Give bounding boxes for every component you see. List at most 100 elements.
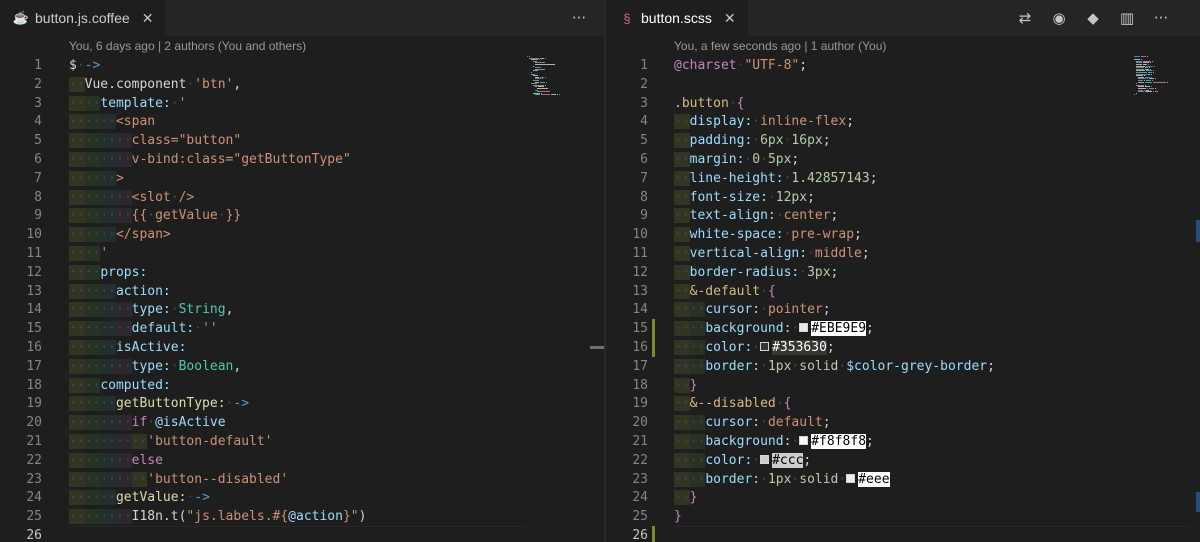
- code-line: ········else: [69, 451, 163, 470]
- code-line: ··text-align:·center;: [674, 206, 838, 225]
- scrollbar-highlight-marker: [1196, 492, 1200, 512]
- whitespace-dot: ·: [194, 321, 203, 337]
- code-token: $color-grey-border: [846, 358, 988, 374]
- code-line: ········type:·Boolean,: [69, 357, 241, 376]
- open-changes-icon[interactable]: ◉: [1042, 9, 1076, 27]
- blame-annotation[interactable]: You, a few seconds ago | 1 author (You): [674, 36, 886, 56]
- indent-guide: ··: [84, 302, 101, 318]
- code-token: inline-flex: [760, 114, 847, 130]
- color-swatch-icon[interactable]: [799, 323, 809, 333]
- line-number: 1: [640, 58, 648, 73]
- indent-guide: ··: [689, 415, 706, 431]
- git-modified-gutter-marker[interactable]: [652, 526, 655, 542]
- color-swatch-icon[interactable]: [760, 342, 770, 351]
- code-line: ······<span: [69, 112, 155, 131]
- code-token: class="button": [131, 133, 242, 149]
- more-actions-icon[interactable]: ···: [1144, 9, 1178, 27]
- blame-annotation[interactable]: You, 6 days ago | 2 authors (You and oth…: [69, 36, 306, 56]
- minimap-line: [1153, 91, 1154, 93]
- indent-guide: ··: [131, 434, 148, 449]
- code-token: background:·: [705, 321, 800, 337]
- indent-guide: ··: [100, 396, 116, 412]
- close-icon[interactable]: ✕: [142, 10, 154, 27]
- code-line: ····props:: [69, 263, 147, 282]
- code-line: ··&--disabled·{: [674, 394, 791, 413]
- code-token: default: [767, 415, 823, 431]
- code-token: }: [689, 490, 698, 506]
- vertical-scrollbar[interactable]: [590, 36, 604, 542]
- code-line: ······isActive:: [69, 338, 186, 357]
- minimap-line: [1136, 92, 1137, 94]
- code-line: ········I18n.t("js.labels.#{@action}"): [69, 507, 366, 526]
- code-token: {{·getValue·}}: [131, 208, 242, 224]
- minimap-line: [533, 65, 534, 67]
- color-swatch-icon[interactable]: [760, 454, 770, 464]
- code-token: }: [674, 509, 682, 525]
- code-line: }: [674, 507, 682, 526]
- code-token: ->: [84, 58, 101, 73]
- minimap[interactable]: [1134, 56, 1174, 96]
- line-number: 16: [632, 340, 648, 355]
- line-number: 14: [26, 302, 42, 318]
- color-swatch-icon[interactable]: [846, 473, 856, 483]
- code-token: ;: [866, 321, 874, 337]
- line-number: 13: [26, 283, 42, 299]
- indent-guide: ··: [115, 452, 132, 468]
- code-token: 'button-default': [147, 434, 273, 449]
- code-line: $·->: [69, 56, 100, 75]
- code-token: margin:·: [689, 152, 753, 167]
- color-value: #EBE9E9: [811, 321, 867, 337]
- code-editor[interactable]: 1 @charset·"UTF-8"; 2 3 .button·{4 ··display:…: [606, 56, 1200, 542]
- more-actions-icon[interactable]: ···: [562, 9, 596, 27]
- indent-guide: ··: [100, 321, 116, 337]
- indent-guide: ··: [100, 189, 116, 205]
- indent-guide: ··: [674, 152, 690, 167]
- code-editor[interactable]: 1 $·-> 2 ··Vue.component·'btn', 3 ····templat…: [0, 56, 604, 542]
- indent-guide: ··: [115, 321, 132, 337]
- code-line: ······getButtonType:·->: [69, 394, 249, 413]
- minimap-line: [1134, 94, 1135, 96]
- close-icon[interactable]: ✕: [724, 10, 736, 27]
- minimap-line: [537, 88, 548, 89]
- tab-button-js-coffee[interactable]: ☕ button.js.coffee ✕: [0, 0, 166, 36]
- indent-guide: ··: [674, 415, 690, 431]
- code-token: color:·: [705, 340, 761, 355]
- minimap[interactable]: [527, 56, 577, 96]
- whitespace-dot: ·: [170, 302, 179, 318]
- code-token: String: [178, 302, 226, 318]
- color-value: #eee: [858, 471, 890, 487]
- code-token: @charset·: [674, 58, 745, 73]
- code-line: ··}: [674, 376, 697, 395]
- code-token: vertical-align:·: [689, 246, 815, 261]
- compare-changes-icon[interactable]: ⇄: [1008, 9, 1042, 27]
- indent-guide: ··: [674, 189, 690, 205]
- scrollbar-highlight-marker: [1196, 220, 1200, 242]
- indent-guide: ··: [100, 490, 116, 506]
- whitespace-dot: ·: [838, 471, 847, 487]
- tab-button-scss[interactable]: § button.scss ✕: [606, 0, 748, 36]
- code-token: template:·: [100, 95, 179, 111]
- indent-guide: ··: [674, 377, 690, 393]
- git-modified-gutter-marker[interactable]: [652, 319, 655, 357]
- line-number: 12: [632, 264, 648, 280]
- code-line: ··vertical-align:·middle;: [674, 244, 870, 263]
- git-icon[interactable]: ◆: [1076, 9, 1110, 27]
- indent-guide: ··: [689, 452, 706, 468]
- indent-guide: ··: [100, 114, 116, 130]
- line-number: 2: [34, 76, 42, 92]
- code-token: @isActive: [155, 415, 226, 431]
- split-editor-icon[interactable]: ▥: [1110, 9, 1144, 27]
- code-token: v-bind:class="getButtonType": [131, 152, 351, 167]
- code-line: ··}: [674, 488, 697, 507]
- indent-guide: ··: [69, 246, 85, 261]
- line-number: 26: [26, 528, 42, 542]
- code-token: {: [767, 283, 776, 299]
- vertical-scrollbar[interactable]: [1186, 36, 1200, 542]
- indent-guide: ··: [689, 340, 706, 355]
- minimap-line: [1153, 72, 1154, 73]
- code-line: ····': [69, 244, 108, 263]
- code-token: if·: [131, 415, 156, 431]
- color-swatch-icon[interactable]: [799, 436, 809, 445]
- indent-guide: ··: [115, 358, 132, 374]
- indent-guide: ··: [115, 302, 132, 318]
